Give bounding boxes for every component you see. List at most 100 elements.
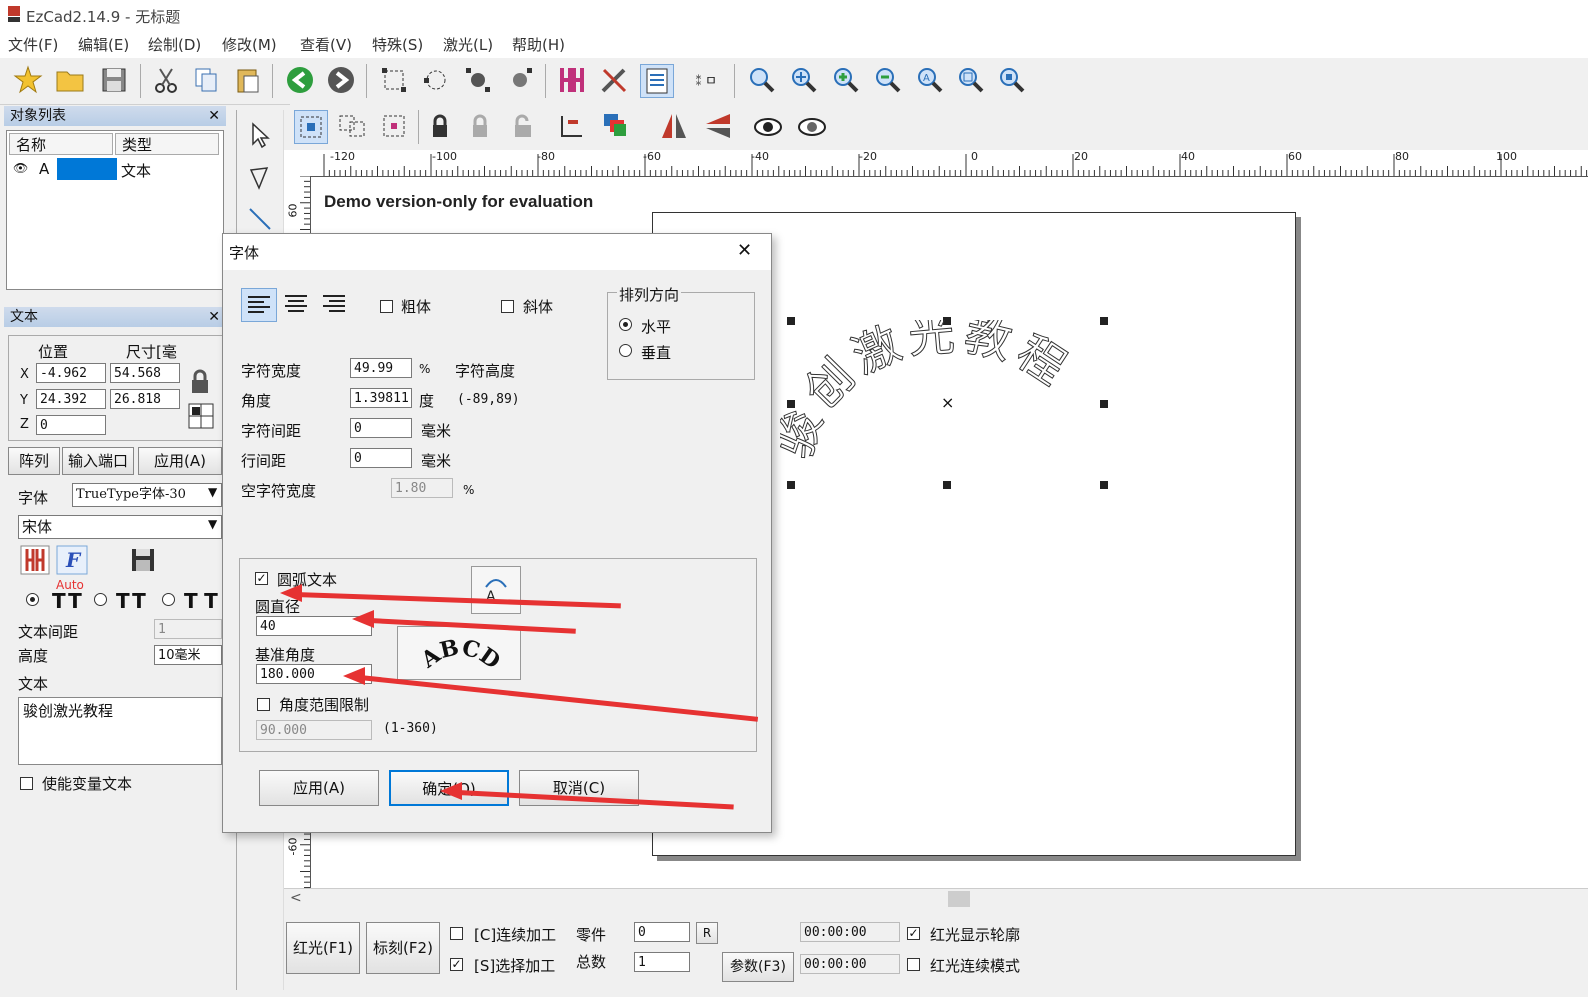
unlock-object-icon[interactable]	[464, 110, 496, 142]
close-icon[interactable]: ✕	[208, 106, 220, 126]
variable-text-checkbox[interactable]	[20, 777, 33, 790]
save-icon[interactable]	[98, 64, 130, 96]
dialog-apply-button[interactable]: 应用(A)	[259, 770, 379, 806]
new-file-icon[interactable]	[12, 64, 44, 96]
x-position-field[interactable]: -4.962	[36, 363, 106, 383]
hatch-text-icon[interactable]	[20, 545, 50, 575]
close-icon[interactable]: ✕	[737, 240, 752, 261]
font-type-select[interactable]: TrueType字体-30	[72, 483, 222, 507]
chevron-down-icon[interactable]: ▼	[208, 485, 217, 499]
zoom-pan-icon[interactable]	[788, 64, 820, 96]
apply-button[interactable]: 应用(A)	[138, 447, 222, 475]
table-row[interactable]: 👁 A 文本	[9, 158, 219, 180]
total-field[interactable]: 1	[634, 952, 690, 972]
text-content-input[interactable]: 骏创激光教程	[18, 697, 222, 765]
align-left-icon[interactable]	[241, 288, 277, 322]
char-width-field[interactable]: 49.99	[350, 358, 412, 378]
zoom-icon[interactable]	[746, 64, 778, 96]
open-folder-icon[interactable]	[54, 64, 86, 96]
menu-modify[interactable]: 修改(M)	[222, 34, 277, 55]
menu-draw[interactable]: 绘制(D)	[148, 34, 201, 55]
z-position-field[interactable]: 0	[36, 415, 106, 435]
y-size-field[interactable]: 26.818	[110, 389, 180, 409]
angle-field[interactable]: 1.39811	[350, 388, 412, 408]
red-light-button[interactable]: 红光(F1)	[286, 922, 360, 974]
ungroup-icon[interactable]	[378, 110, 410, 142]
arc-text[interactable]: 骏创激光教程	[780, 320, 1120, 490]
angle-limit-field[interactable]: 90.000	[256, 720, 372, 740]
node-edit-icon[interactable]	[378, 64, 410, 96]
height-field[interactable]: 10毫米	[154, 645, 222, 665]
params-button[interactable]: 参数(F3)	[722, 952, 794, 982]
save-font-icon[interactable]	[128, 545, 158, 575]
zoom-in-icon[interactable]	[830, 64, 862, 96]
object-list-icon[interactable]	[640, 64, 674, 98]
hatch-icon[interactable]	[556, 64, 588, 96]
arc-text-checkbox[interactable]: ✓	[255, 572, 268, 585]
menu-file[interactable]: 文件(F)	[8, 34, 58, 55]
select-process-checkbox[interactable]: ✓	[450, 958, 463, 971]
cut-icon[interactable]	[150, 64, 182, 96]
fixed-spacing-radio[interactable]	[94, 593, 107, 606]
tools-icon[interactable]	[598, 64, 630, 96]
column-header-type[interactable]: 类型	[115, 133, 219, 155]
hide-eye-icon[interactable]	[796, 110, 828, 142]
color-layers-icon[interactable]	[600, 110, 632, 142]
paste-icon[interactable]	[232, 64, 264, 96]
parts-field[interactable]: 0	[634, 922, 690, 942]
zoom-select-icon[interactable]	[955, 64, 987, 96]
zoom-out-icon[interactable]	[872, 64, 904, 96]
group-icon[interactable]	[336, 110, 368, 142]
zoom-all-icon[interactable]: A	[914, 64, 946, 96]
lock-icon[interactable]	[188, 369, 212, 395]
node-pointer-icon[interactable]	[245, 162, 275, 192]
reset-button[interactable]: R	[696, 922, 718, 944]
unlock-all-icon[interactable]	[506, 110, 538, 142]
close-icon[interactable]: ✕	[208, 307, 220, 327]
join-icon[interactable]	[462, 64, 494, 96]
mirror-horizontal-icon[interactable]	[658, 110, 690, 142]
bold-checkbox[interactable]	[380, 300, 393, 313]
italic-checkbox[interactable]	[501, 300, 514, 313]
align-center-icon[interactable]	[279, 288, 313, 320]
text-spacing-field[interactable]: 1	[154, 619, 222, 639]
menu-special[interactable]: 特殊(S)	[372, 34, 423, 55]
vertical-radio[interactable]	[619, 344, 632, 357]
menu-help[interactable]: 帮助(H)	[512, 34, 565, 55]
show-eye-icon[interactable]	[752, 110, 784, 142]
arc-direction-icon[interactable]: A	[471, 566, 521, 614]
io-icon[interactable]: ⁑ㅁ	[690, 64, 722, 96]
x-size-field[interactable]: 54.568	[110, 363, 180, 383]
mark-button[interactable]: 标刻(F2)	[366, 922, 440, 974]
red-continuous-checkbox[interactable]	[907, 958, 920, 971]
angle-limit-checkbox[interactable]	[257, 698, 270, 711]
column-header-name[interactable]: 名称	[9, 133, 113, 155]
continuous-checkbox[interactable]	[450, 927, 463, 940]
char-spacing-field[interactable]: 0	[350, 418, 412, 438]
scroll-left-icon[interactable]: <	[290, 890, 302, 906]
input-port-button[interactable]: 输入端口	[62, 447, 134, 475]
menu-edit[interactable]: 编辑(E)	[78, 34, 129, 55]
y-position-field[interactable]: 24.392	[36, 389, 106, 409]
anchor-grid-icon[interactable]	[188, 403, 214, 429]
back-arrow-icon[interactable]	[284, 64, 316, 96]
scroll-thumb[interactable]	[948, 891, 970, 907]
array-button[interactable]: 阵列	[8, 447, 60, 475]
horizontal-scrollbar[interactable]: <	[284, 888, 1588, 909]
select-pointer-icon[interactable]	[245, 120, 275, 150]
zoom-work-icon[interactable]	[996, 64, 1028, 96]
auto-spacing-radio[interactable]	[26, 593, 39, 606]
lock-object-icon[interactable]	[424, 110, 456, 142]
space-width-field[interactable]: 1.80	[391, 478, 453, 498]
align-icon[interactable]	[554, 110, 586, 142]
red-outline-checkbox[interactable]: ✓	[907, 927, 920, 940]
chevron-down-icon[interactable]: ▼	[208, 517, 217, 531]
width-spacing-radio[interactable]	[162, 593, 175, 606]
horizontal-radio[interactable]	[619, 318, 632, 331]
menu-view[interactable]: 查看(V)	[300, 34, 352, 55]
font-f-icon[interactable]: F	[56, 545, 88, 575]
line-spacing-field[interactable]: 0	[350, 448, 412, 468]
break-icon[interactable]	[504, 64, 536, 96]
selection-box-icon[interactable]	[294, 110, 328, 144]
font-name-select[interactable]: 宋体	[18, 515, 222, 539]
